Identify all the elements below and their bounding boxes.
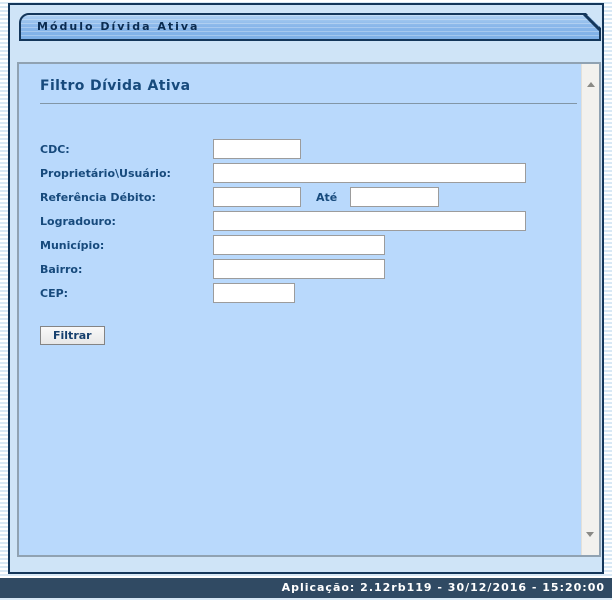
ate-label: Até [316,191,337,204]
bairro-label: Bairro: [40,263,213,276]
scroll-down-icon[interactable] [586,532,594,537]
form-row-logradouro: Logradouro: [40,209,599,233]
bairro-input[interactable] [213,259,385,279]
panel-scrollbar[interactable] [581,64,599,555]
filter-form: CDC: Proprietário\Usuário: Referência Dé… [19,137,599,345]
scroll-up-icon[interactable] [587,82,595,87]
form-row-cep: CEP: [40,281,599,305]
logradouro-label: Logradouro: [40,215,213,228]
filtrar-button[interactable]: Filtrar [40,326,105,345]
title-divider [40,103,577,104]
proprietario-usuario-input[interactable] [213,163,526,183]
logradouro-input[interactable] [213,211,526,231]
panel-title: Filtro Dívida Ativa [40,78,599,94]
module-title-bar: Módulo Dívida Ativa [19,13,601,41]
referencia-debito-from-input[interactable] [213,187,301,207]
cdc-label: CDC: [40,143,213,156]
municipio-label: Município: [40,239,213,252]
module-title: Módulo Dívida Ativa [21,15,599,38]
cep-input[interactable] [213,283,295,303]
form-row-cdc: CDC: [40,137,599,161]
referencia-debito-to-input[interactable] [350,187,439,207]
application-version-text: Aplicação: 2.12rb119 - 30/12/2016 - 15:2… [282,581,605,594]
status-bar: Aplicação: 2.12rb119 - 30/12/2016 - 15:2… [0,578,612,598]
app-window-frame: Módulo Dívida Ativa Filtro Dívida Ativa … [8,3,604,574]
referencia-debito-label: Referência Débito: [40,191,213,204]
button-row: Filtrar [40,324,599,345]
form-row-bairro: Bairro: [40,257,599,281]
cep-label: CEP: [40,287,213,300]
filter-panel: Filtro Dívida Ativa CDC: Proprietário\Us… [17,62,601,557]
form-row-referencia-debito: Referência Débito: Até [40,185,599,209]
form-row-proprietario: Proprietário\Usuário: [40,161,599,185]
cdc-input[interactable] [213,139,301,159]
municipio-input[interactable] [213,235,385,255]
proprietario-usuario-label: Proprietário\Usuário: [40,167,213,180]
form-row-municipio: Município: [40,233,599,257]
